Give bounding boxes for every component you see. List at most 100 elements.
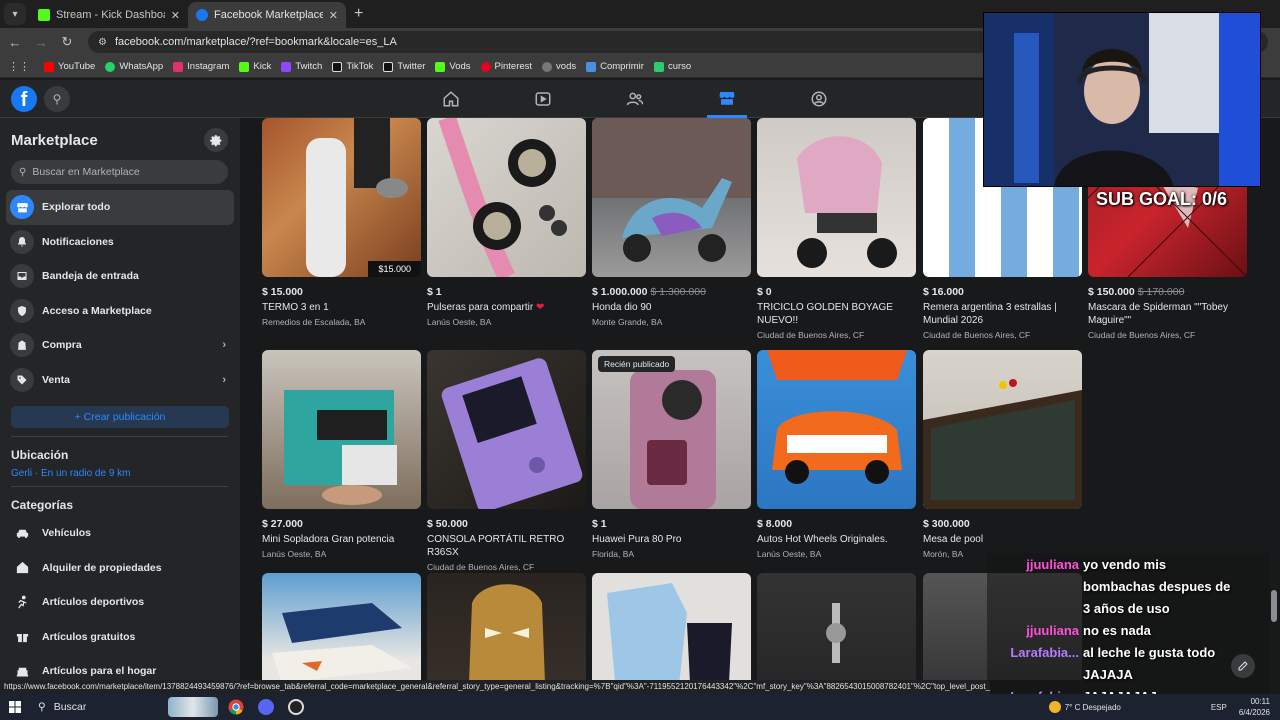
reload-icon[interactable]: ↻ bbox=[54, 34, 80, 50]
sidebar-item-label: Acceso a Marketplace bbox=[42, 304, 152, 317]
tab-kick-dashboard[interactable]: Stream - Kick Dashboard ✕ bbox=[30, 2, 188, 28]
x-icon bbox=[383, 61, 394, 72]
listing-card[interactable] bbox=[592, 573, 751, 680]
bookmark-twitch[interactable]: Twitch bbox=[281, 61, 322, 72]
windows-start-icon[interactable] bbox=[0, 694, 30, 720]
bookmark-pinterest[interactable]: Pinterest bbox=[480, 61, 532, 72]
weather-text[interactable]: 7° C Despejado bbox=[1065, 703, 1121, 712]
chat-username: jjuuliana bbox=[1026, 623, 1079, 638]
listing-card[interactable]: $ 300.000 Mesa de pool Morón, BA bbox=[923, 350, 1082, 559]
create-listing-button[interactable]: + Crear publicación bbox=[11, 406, 229, 428]
bookmark-youtube[interactable]: YouTube bbox=[44, 61, 95, 72]
listing-card[interactable]: Recién publicado $ 1 Huawei Pura 80 Pro … bbox=[592, 350, 751, 559]
tab-search-menu-icon[interactable]: ▾ bbox=[4, 3, 26, 25]
tab-label: Facebook Marketplace | Faceboo bbox=[214, 9, 323, 21]
page-scrollbar[interactable] bbox=[1271, 590, 1277, 622]
search-icon: ⚲ bbox=[38, 701, 46, 713]
listing-card[interactable]: $ 50.000 CONSOLA PORTÁTIL RETRO R36SX Ci… bbox=[427, 350, 586, 572]
listing-card[interactable] bbox=[757, 573, 916, 680]
apps-grid-icon[interactable]: ⋮⋮ bbox=[8, 60, 30, 73]
sidebar-item-selling[interactable]: Venta › bbox=[6, 363, 234, 398]
bookmark-kick[interactable]: Kick bbox=[239, 61, 271, 72]
listing-image[interactable]: Recién publicado bbox=[592, 350, 751, 509]
marketplace-search-input[interactable]: ⚲ Buscar en Marketplace bbox=[11, 160, 228, 184]
sidebar-item-inbox[interactable]: Bandeja de entrada bbox=[6, 259, 234, 294]
scooter-image bbox=[592, 118, 751, 262]
new-message-compose-icon[interactable] bbox=[1231, 654, 1255, 678]
chat-message: 3 años de uso bbox=[991, 598, 1266, 620]
taskbar-search[interactable]: ⚲ Buscar bbox=[30, 694, 165, 720]
listing-card[interactable]: $ 1.000.000 $ 1.300.000 Honda dio 90 Mont… bbox=[592, 118, 751, 327]
bookmark-tiktok[interactable]: TikTok bbox=[332, 61, 373, 72]
listing-image[interactable] bbox=[592, 118, 751, 277]
weather-icon[interactable] bbox=[1048, 701, 1061, 713]
taskbar-landscape-widget-icon[interactable] bbox=[165, 694, 221, 720]
listing-title: Pulseras para compartir ❤ bbox=[427, 302, 545, 313]
listing-image[interactable] bbox=[427, 573, 586, 680]
forward-icon[interactable]: → bbox=[28, 35, 54, 50]
sidebar-header: Marketplace bbox=[6, 118, 234, 152]
listing-price: $ 16.000 bbox=[923, 286, 964, 298]
listing-image[interactable] bbox=[757, 350, 916, 509]
listing-card[interactable]: $ 8.000 Autos Hot Wheels Originales. Lan… bbox=[757, 350, 916, 559]
listing-image[interactable] bbox=[427, 118, 586, 277]
bookmark-twitter[interactable]: Twitter bbox=[383, 61, 425, 72]
listing-price: $ 8.000 bbox=[757, 518, 793, 530]
listing-card[interactable]: $15.000 $ 15.000 TERMO 3 en 1 Remedios d… bbox=[262, 118, 421, 327]
sidebar-item-explore-all[interactable]: Explorar todo bbox=[6, 190, 234, 225]
nav-video-icon[interactable] bbox=[523, 80, 563, 118]
back-icon[interactable]: ← bbox=[2, 35, 28, 50]
listing-card[interactable] bbox=[427, 573, 586, 680]
category-vehicles[interactable]: Vehículos bbox=[6, 516, 234, 551]
nav-marketplace-icon[interactable] bbox=[707, 80, 747, 118]
bookmark-vods-2[interactable]: vods bbox=[542, 61, 576, 72]
listing-image[interactable]: $15.000 bbox=[262, 118, 421, 277]
bookmark-curso[interactable]: curso bbox=[653, 61, 691, 72]
search-icon[interactable]: ⚲ bbox=[44, 86, 70, 112]
listing-card[interactable]: $ 0 TRICICLO GOLDEN BOYAGE NUEVO!! Ciuda… bbox=[757, 118, 916, 340]
category-free-stuff[interactable]: Artículos gratuitos bbox=[6, 620, 234, 655]
close-tab-icon[interactable]: ✕ bbox=[329, 9, 338, 22]
settings-gear-icon[interactable] bbox=[204, 128, 228, 152]
category-home-goods[interactable]: Artículos para el hogar bbox=[6, 654, 234, 680]
site-info-icon[interactable]: ⚙ bbox=[98, 37, 107, 48]
nav-home-icon[interactable] bbox=[431, 80, 471, 118]
sidebar-item-marketplace-access[interactable]: Acceso a Marketplace bbox=[6, 294, 234, 329]
bookmark-comprimir[interactable]: Comprimir bbox=[586, 61, 644, 72]
sub-goal-label: SUB GOAL: 0/6 bbox=[1096, 189, 1228, 209]
obs-taskbar-icon[interactable] bbox=[281, 694, 311, 720]
webcam-overlay bbox=[983, 12, 1261, 187]
discord-taskbar-icon[interactable] bbox=[251, 694, 281, 720]
listing-image[interactable] bbox=[592, 573, 751, 680]
listing-image[interactable] bbox=[757, 573, 916, 680]
category-property-rentals[interactable]: Alquiler de propiedades bbox=[6, 551, 234, 586]
listing-card[interactable] bbox=[262, 573, 421, 680]
clock[interactable]: 00:11 6/4/2026 bbox=[1239, 696, 1270, 718]
listing-card[interactable]: $ 27.000 Mini Sopladora Gran potencia La… bbox=[262, 350, 421, 559]
nav-friends-icon[interactable] bbox=[615, 80, 655, 118]
sidebar-item-buying[interactable]: Compra › bbox=[6, 328, 234, 363]
listing-price: $ 1 bbox=[592, 518, 607, 530]
bookmark-whatsapp[interactable]: WhatsApp bbox=[105, 61, 163, 72]
chrome-taskbar-icon[interactable] bbox=[221, 694, 251, 720]
close-tab-icon[interactable]: ✕ bbox=[171, 9, 180, 22]
listing-title: Mascara de Spiderman ""Tobey Maguire"" bbox=[1088, 302, 1228, 326]
listing-card[interactable]: $ 1 Pulseras para compartir ❤ Lanús Oest… bbox=[427, 118, 586, 327]
location-link[interactable]: Gerli · En un radio de 9 km bbox=[6, 466, 234, 486]
new-tab-button[interactable]: + bbox=[354, 5, 363, 23]
nav-gaming-icon[interactable] bbox=[799, 80, 839, 118]
sidebar-item-notifications[interactable]: Notificaciones bbox=[6, 225, 234, 260]
language-indicator[interactable]: ESP bbox=[1211, 703, 1227, 712]
tab-facebook-marketplace[interactable]: Facebook Marketplace | Faceboo ✕ bbox=[188, 2, 346, 28]
bookmark-vods[interactable]: Vods bbox=[435, 61, 471, 72]
listing-image[interactable] bbox=[262, 350, 421, 509]
category-label: Artículos deportivos bbox=[42, 596, 145, 609]
listing-image[interactable] bbox=[757, 118, 916, 277]
listing-image[interactable] bbox=[262, 573, 421, 680]
listing-image[interactable] bbox=[923, 350, 1082, 509]
category-sporting-goods[interactable]: Artículos deportivos bbox=[6, 585, 234, 620]
category-label: Alquiler de propiedades bbox=[42, 561, 162, 574]
bookmark-instagram[interactable]: Instagram bbox=[173, 61, 229, 72]
listing-image[interactable] bbox=[427, 350, 586, 509]
facebook-logo-icon[interactable]: f bbox=[11, 86, 37, 112]
